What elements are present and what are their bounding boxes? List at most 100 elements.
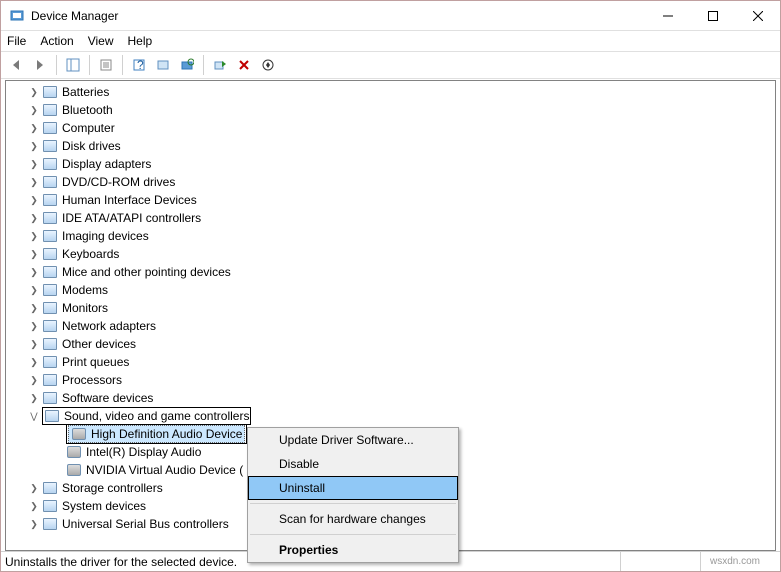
device-icon <box>42 480 58 496</box>
device-icon <box>42 84 58 100</box>
menu-view[interactable]: View <box>88 34 114 48</box>
device-icon <box>42 354 58 370</box>
device-icon <box>42 318 58 334</box>
svg-text:?: ? <box>137 58 144 72</box>
tree-item-label: Computer <box>62 121 115 135</box>
tree-item[interactable]: ❯Print queues <box>6 353 775 371</box>
device-icon <box>44 408 60 424</box>
expand-icon[interactable]: ❯ <box>26 354 42 370</box>
scan-hardware-button[interactable] <box>176 54 198 76</box>
tree-item-label: Bluetooth <box>62 103 113 117</box>
device-icon <box>42 246 58 262</box>
device-icon <box>42 300 58 316</box>
disable-button[interactable] <box>233 54 255 76</box>
tree-item-label: Mice and other pointing devices <box>62 265 231 279</box>
tree-item[interactable]: ❯ Display adapters <box>6 155 775 173</box>
expand-icon[interactable]: ❯ <box>26 390 42 406</box>
tree-item-label: NVIDIA Virtual Audio Device ( <box>86 463 243 477</box>
tree-item[interactable]: ❯ Imaging devices <box>6 227 775 245</box>
ctx-properties[interactable]: Properties <box>248 538 458 562</box>
menu-action[interactable]: Action <box>40 34 73 48</box>
uninstall-button[interactable] <box>257 54 279 76</box>
help-button[interactable]: ? <box>128 54 150 76</box>
device-icon <box>42 102 58 118</box>
context-menu: Update Driver Software... Disable Uninst… <box>247 427 459 563</box>
collapse-icon[interactable]: ⋁ <box>26 408 42 424</box>
expand-icon[interactable]: ❯ <box>26 480 42 496</box>
tree-item[interactable]: ❯Processors <box>6 371 775 389</box>
show-hide-tree-button[interactable] <box>62 54 84 76</box>
app-icon <box>9 8 25 24</box>
ctx-properties-label: Properties <box>279 543 338 557</box>
expand-icon[interactable]: ❯ <box>26 210 42 226</box>
tree-item-expanded[interactable]: ⋁Sound, video and game controllers <box>6 407 775 425</box>
ctx-disable[interactable]: Disable <box>248 452 458 476</box>
expand-icon[interactable]: ❯ <box>26 336 42 352</box>
expand-icon[interactable]: ❯ <box>26 300 42 316</box>
tree-item-label: Imaging devices <box>62 229 149 243</box>
expand-icon[interactable]: ❯ <box>26 246 42 262</box>
tree-item[interactable]: ❯Human Interface Devices <box>6 191 775 209</box>
expand-icon[interactable]: ❯ <box>26 282 42 298</box>
forward-button[interactable] <box>29 54 51 76</box>
tree-item[interactable]: ❯Monitors <box>6 299 775 317</box>
menu-help[interactable]: Help <box>128 34 153 48</box>
tree-item-label: Other devices <box>62 337 136 351</box>
window-title: Device Manager <box>31 9 645 23</box>
minimize-button[interactable] <box>645 1 690 30</box>
ctx-update-driver[interactable]: Update Driver Software... <box>248 428 458 452</box>
tree-item[interactable]: ❯Modems <box>6 281 775 299</box>
tree-item-label: Network adapters <box>62 319 156 333</box>
speaker-icon <box>71 426 87 442</box>
tree-item[interactable]: ❯ Mice and other pointing devices <box>6 263 775 281</box>
title-bar: Device Manager <box>1 1 780 31</box>
tree-item[interactable]: ❯Batteries <box>6 83 775 101</box>
tree-item-label: Universal Serial Bus controllers <box>62 517 229 531</box>
expand-icon[interactable]: ❯ <box>26 228 42 244</box>
expand-icon[interactable]: ❯ <box>26 156 42 172</box>
tree-item-label: Storage controllers <box>62 481 163 495</box>
speaker-icon <box>66 462 82 478</box>
device-icon <box>42 336 58 352</box>
device-icon <box>42 498 58 514</box>
tree-item[interactable]: ❯ DVD/CD-ROM drives <box>6 173 775 191</box>
properties-button[interactable] <box>95 54 117 76</box>
tree-item[interactable]: ❯ Keyboards <box>6 245 775 263</box>
tree-item[interactable]: ❯ Other devices <box>6 335 775 353</box>
tree-item[interactable]: ❯ Bluetooth <box>6 101 775 119</box>
expand-icon[interactable]: ❯ <box>26 138 42 154</box>
back-button[interactable] <box>5 54 27 76</box>
tree-item[interactable]: ❯IDE ATA/ATAPI controllers <box>6 209 775 227</box>
ctx-uninstall[interactable]: Uninstall <box>248 476 458 500</box>
tree-item[interactable]: ❯ Computer <box>6 119 775 137</box>
expand-icon[interactable]: ❯ <box>26 174 42 190</box>
ctx-scan-hardware[interactable]: Scan for hardware changes <box>248 507 458 531</box>
tree-item-label: Disk drives <box>62 139 121 153</box>
tree-item[interactable]: ❯ Network adapters <box>6 317 775 335</box>
device-icon <box>42 516 58 532</box>
expand-icon[interactable]: ❯ <box>26 84 42 100</box>
status-text: Uninstalls the driver for the selected d… <box>5 555 237 569</box>
expand-icon[interactable]: ❯ <box>26 102 42 118</box>
menu-file[interactable]: File <box>7 34 26 48</box>
device-icon <box>42 120 58 136</box>
expand-icon[interactable]: ❯ <box>26 120 42 136</box>
expand-icon[interactable]: ❯ <box>26 318 42 334</box>
tree-item-label: Display adapters <box>62 157 151 171</box>
enable-button[interactable] <box>209 54 231 76</box>
tree-item-label: Keyboards <box>62 247 119 261</box>
device-icon <box>42 174 58 190</box>
toolbar: ? <box>1 51 780 79</box>
tree-item[interactable]: ❯ Disk drives <box>6 137 775 155</box>
toolbar-icon[interactable] <box>152 54 174 76</box>
expand-icon[interactable]: ❯ <box>26 498 42 514</box>
tree-item[interactable]: ❯Software devices <box>6 389 775 407</box>
expand-icon[interactable]: ❯ <box>26 264 42 280</box>
expand-icon[interactable]: ❯ <box>26 372 42 388</box>
expand-icon[interactable]: ❯ <box>26 192 42 208</box>
maximize-button[interactable] <box>690 1 735 30</box>
close-button[interactable] <box>735 1 780 30</box>
tree-item-label: DVD/CD-ROM drives <box>62 175 175 189</box>
expand-icon[interactable]: ❯ <box>26 516 42 532</box>
device-icon <box>42 156 58 172</box>
